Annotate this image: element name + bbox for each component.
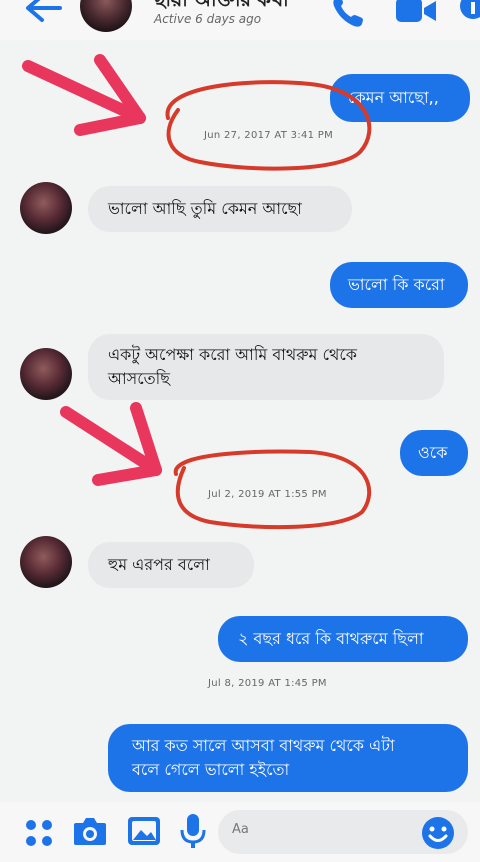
message-text: হুম এরপর বলো <box>108 555 210 574</box>
menu-dots-icon[interactable] <box>24 818 54 848</box>
conversation-header: ছায়া আক্তার কথা Active 6 days ago <box>0 0 480 40</box>
message-bubble-sent[interactable]: কেমন আছো,, <box>330 74 470 122</box>
message-timestamp: Jul 2, 2019 AT 1:55 PM <box>208 489 327 500</box>
info-icon[interactable] <box>458 0 480 24</box>
message-text-line: বলে গেলে ভালো হইতো <box>132 760 290 779</box>
message-text: ভালো আছি তুমি কেমন আছো <box>108 199 302 218</box>
message-text: ওকে <box>418 443 448 462</box>
message-text-line: আসতেছি <box>108 369 170 388</box>
message-bubble-sent[interactable]: ভালো কি করো <box>330 262 468 308</box>
back-arrow-icon[interactable] <box>20 0 68 34</box>
message-bubble-sent[interactable]: ২ বছর ধরে কি বাথরুমে ছিলা <box>218 616 468 662</box>
message-text: ২ বছর ধরে কি বাথরুমে ছিলা <box>238 629 424 648</box>
message-timestamp: Jun 27, 2017 AT 3:41 PM <box>204 130 334 141</box>
contact-avatar[interactable] <box>80 0 132 32</box>
message-bubble-sent[interactable]: ওকে <box>400 430 468 476</box>
annotation-arrow-2 <box>60 402 162 486</box>
message-text: কেমন আছো,, <box>348 88 439 107</box>
message-text-line: আর কত সালে আসবা বাথরুম থেকে এটা <box>132 736 395 755</box>
contact-avatar <box>20 348 72 400</box>
annotation-arrow-1 <box>22 54 146 136</box>
message-bubble-received[interactable]: একটু অপেক্ষা করো আমি বাথরুম থেকে আসতেছি <box>88 334 444 400</box>
image-icon[interactable] <box>126 814 162 848</box>
camera-icon[interactable] <box>72 814 108 848</box>
contact-avatar <box>20 536 72 588</box>
message-bubble-sent[interactable]: আর কত সালে আসবা বাথরুম থেকে এটা বলে গেলে… <box>108 724 468 792</box>
video-camera-icon[interactable] <box>394 0 438 26</box>
message-bubble-received[interactable]: হুম এরপর বলো <box>88 542 254 588</box>
contact-avatar <box>20 182 72 234</box>
message-bubble-received[interactable]: ভালো আছি তুমি কেমন আছো <box>88 186 352 232</box>
message-input-placeholder: Aa <box>232 822 249 837</box>
phone-icon[interactable] <box>330 0 366 30</box>
composer-bar: Aa <box>0 802 480 862</box>
active-status: Active 6 days ago <box>154 12 262 26</box>
message-timestamp: Jul 8, 2019 AT 1:45 PM <box>208 678 327 689</box>
message-text: ভালো কি করো <box>348 275 445 294</box>
microphone-icon[interactable] <box>178 812 208 850</box>
message-text-line: একটু অপেক্ষা করো আমি বাথরুম থেকে <box>108 345 357 364</box>
emoji-icon[interactable] <box>420 815 456 851</box>
